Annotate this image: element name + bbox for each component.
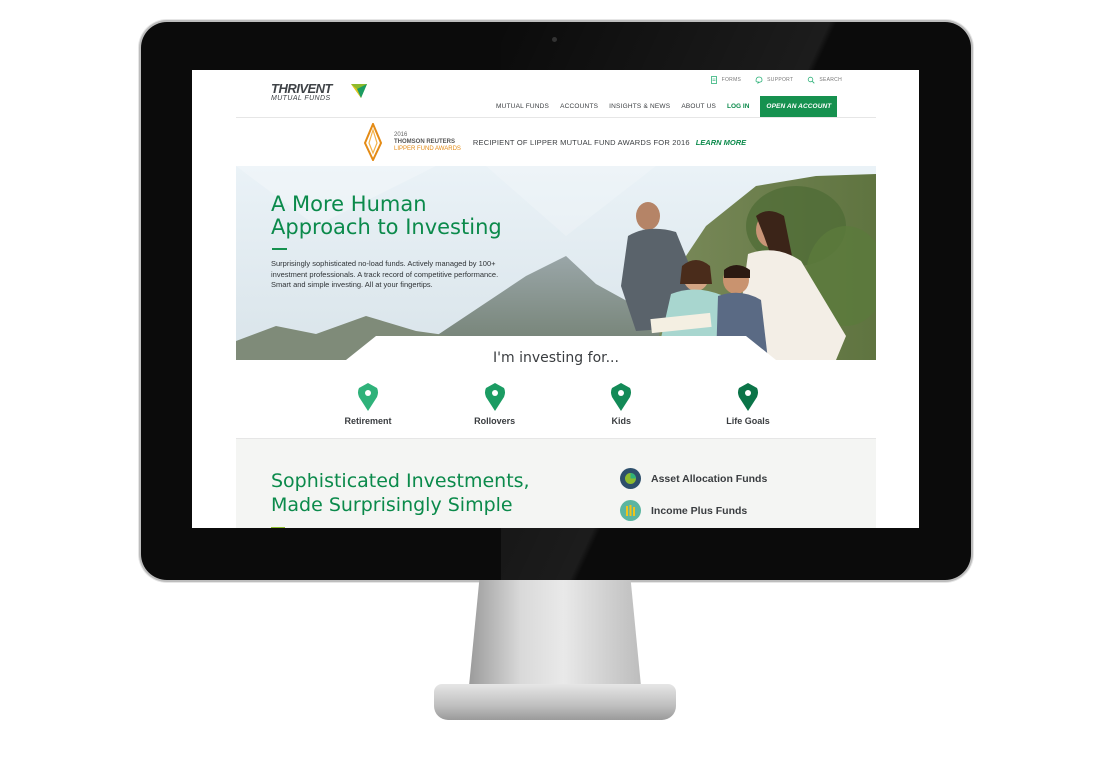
monitor-stand-base — [434, 684, 676, 720]
award-text: 2016 THOMSON REUTERS LIPPER FUND AWARDS — [394, 132, 461, 153]
award-line1: THOMSON REUTERS — [394, 138, 456, 145]
thrivent-logo[interactable]: THRIVENT MUTUAL FUNDS — [271, 81, 367, 103]
fund-income-plus-label: Income Plus Funds — [651, 504, 748, 517]
pie-chart-icon — [620, 468, 641, 489]
option-kids-label: Kids — [611, 416, 632, 426]
learn-more-link[interactable]: LEARN MORE — [696, 138, 746, 147]
header-divider — [236, 117, 876, 118]
option-rollovers[interactable]: Rollovers — [455, 382, 535, 426]
award-year: 2016 — [394, 131, 408, 138]
option-life-goals-label: Life Goals — [726, 416, 770, 426]
utility-support-label: SUPPORT — [767, 77, 794, 83]
fund-asset-allocation-label: Asset Allocation Funds — [651, 472, 768, 485]
nav-accounts[interactable]: ACCOUNTS — [560, 103, 598, 110]
search-icon — [808, 76, 815, 84]
monitor-stand-neck — [469, 580, 641, 686]
utility-support-link[interactable]: SUPPORT — [755, 76, 793, 84]
hero-body: Surprisingly sophisticated no-load funds… — [271, 259, 499, 289]
website: FORMS SUPPORT SEARCH THRIVENT MUTUAL FUN… — [236, 70, 876, 528]
investments-accent-bar — [271, 527, 285, 528]
forms-icon — [710, 76, 717, 84]
option-rollovers-label: Rollovers — [474, 416, 516, 426]
location-pin-icon — [358, 383, 378, 411]
fund-asset-allocation[interactable]: Asset Allocation Funds — [620, 468, 767, 489]
open-account-button[interactable]: OPEN AN ACCOUNT — [760, 96, 838, 117]
hero-title-line2: Approach to Investing — [271, 215, 502, 239]
hero-title-line1: A More Human — [271, 192, 427, 216]
logo-name: THRIVENT — [271, 81, 333, 96]
award-line2: LIPPER FUND AWARDS — [394, 145, 461, 152]
logo-sub: MUTUAL FUNDS — [271, 95, 331, 102]
nav-mutual-funds[interactable]: MUTUAL FUNDS — [496, 103, 549, 110]
option-kids[interactable]: Kids — [581, 382, 661, 426]
location-pin-icon — [611, 383, 632, 411]
login-link[interactable]: LOG IN — [727, 103, 749, 110]
hero-title: A More Human Approach to Investing — [271, 193, 502, 239]
award-message: RECIPIENT OF LIPPER MUTUAL FUND AWARDS F… — [472, 137, 690, 147]
option-retirement-label: Retirement — [344, 416, 392, 426]
utility-nav: FORMS SUPPORT SEARCH — [710, 76, 842, 84]
investments-title: Sophisticated Investments, Made Surprisi… — [271, 469, 530, 517]
bars-icon — [620, 500, 641, 521]
utility-forms-link[interactable]: FORMS — [710, 76, 742, 84]
hero-banner: A More Human Approach to Investing Surpr… — [236, 166, 876, 360]
award-banner: 2016 THOMSON REUTERS LIPPER FUND AWARDS … — [362, 122, 746, 162]
nav-about-us[interactable]: ABOUT US — [681, 103, 716, 110]
investments-title-line1: Sophisticated Investments, — [271, 470, 530, 492]
lipper-award-icon — [363, 123, 383, 161]
utility-forms-label: FORMS — [721, 77, 742, 83]
investing-for-options: Retirement Rollovers Kids Life Goals — [328, 382, 788, 426]
fund-list: Asset Allocation Funds Income Plus Funds — [620, 468, 767, 521]
investing-for-title: I'm investing for... — [493, 350, 619, 366]
utility-search-link[interactable]: SEARCH — [807, 76, 842, 84]
investments-section: Sophisticated Investments, Made Surprisi… — [236, 438, 876, 528]
option-retirement[interactable]: Retirement — [328, 382, 408, 426]
support-icon — [755, 76, 763, 84]
option-life-goals[interactable]: Life Goals — [708, 382, 788, 426]
logo-mark-icon — [351, 84, 367, 98]
location-pin-icon — [737, 383, 758, 411]
location-pin-icon — [484, 383, 505, 411]
fund-income-plus[interactable]: Income Plus Funds — [620, 500, 767, 521]
main-nav: MUTUAL FUNDS ACCOUNTS INSIGHTS & NEWS AB… — [496, 96, 838, 117]
utility-search-label: SEARCH — [819, 77, 842, 83]
screen: FORMS SUPPORT SEARCH THRIVENT MUTUAL FUN… — [192, 70, 919, 528]
hero-rule — [272, 248, 287, 250]
nav-insights-news[interactable]: INSIGHTS & NEWS — [609, 103, 670, 110]
camera-dot — [552, 37, 557, 42]
investments-title-line2: Made Surprisingly Simple — [271, 494, 513, 516]
